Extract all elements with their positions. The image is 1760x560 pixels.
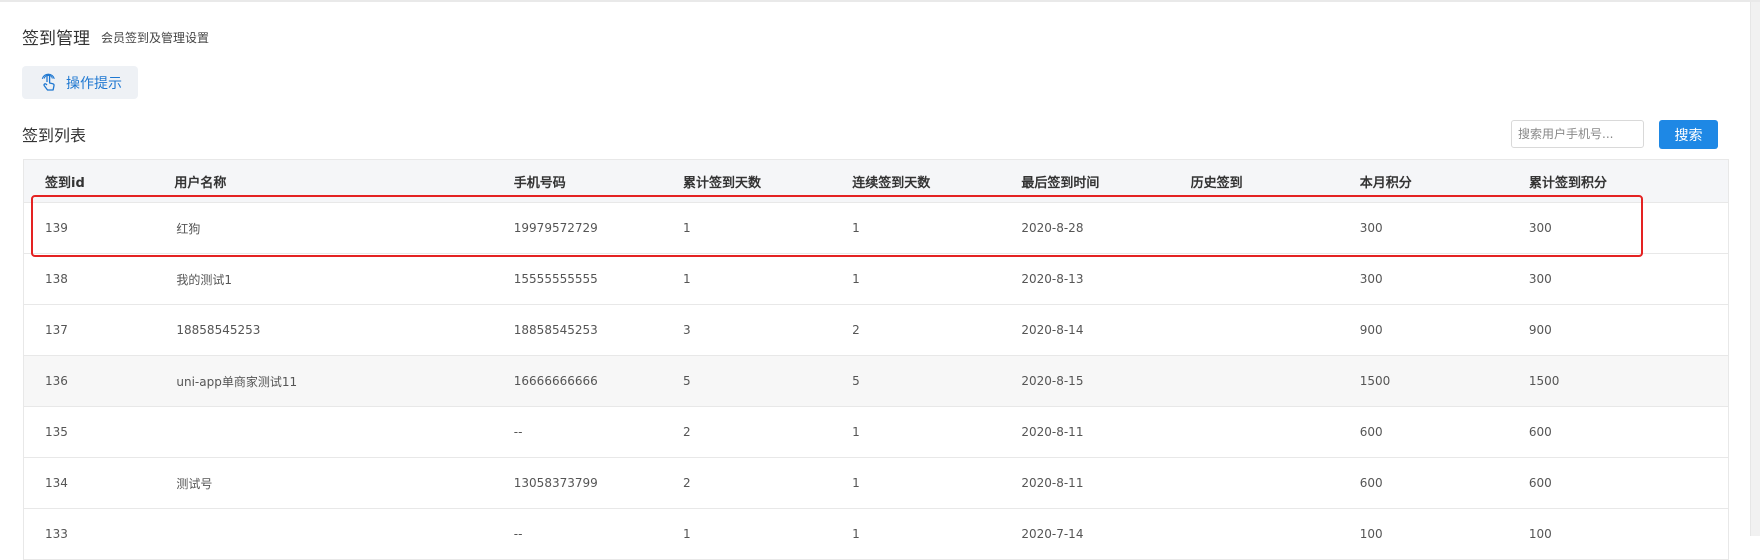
cell-phone: 15555555555 [513, 272, 598, 286]
column-header-total-days: 累计签到天数 [682, 175, 761, 191]
cell-total-days: 1 [682, 527, 691, 541]
cell-consecutive-days: 5 [852, 374, 860, 388]
cell-consecutive-days: 1 [852, 527, 860, 541]
cell-month-points: 100 [1359, 527, 1383, 541]
cell-total-days: 2 [682, 476, 691, 490]
list-title: 签到列表 [22, 126, 87, 145]
page-scrollbar[interactable] [1750, 2, 1760, 536]
operation-tips-label: 操作提示 [66, 75, 122, 92]
cell-username: 测试号 [176, 476, 213, 491]
search-input[interactable] [1511, 120, 1644, 148]
cell-total-days: 2 [682, 425, 691, 439]
cell-total-points: 900 [1528, 323, 1552, 337]
table-row[interactable]: 133 -- 1 1 2020-7-14 100 100 [24, 509, 1728, 560]
cell-last-sign-time: 2020-8-15 [1021, 374, 1084, 388]
cell-id: 138 [45, 272, 68, 286]
cell-phone: 18858545253 [513, 323, 598, 337]
column-header-month-points: 本月积分 [1359, 175, 1412, 191]
cell-month-points: 300 [1359, 221, 1383, 235]
column-header-id: 签到id [45, 175, 85, 191]
cell-last-sign-time: 2020-8-11 [1021, 476, 1084, 490]
cell-username: 18858545253 [176, 323, 261, 337]
cell-total-points: 1500 [1528, 374, 1560, 388]
cell-total-points: 100 [1528, 527, 1552, 541]
table-row[interactable]: 139 红狗 19979572729 1 1 2020-8-28 300 300 [24, 203, 1728, 254]
cell-phone: 16666666666 [513, 374, 598, 388]
cell-phone: 13058373799 [513, 476, 598, 490]
column-header-consecutive-days: 连续签到天数 [852, 175, 931, 191]
cell-consecutive-days: 1 [852, 272, 860, 286]
cell-id: 139 [45, 221, 68, 235]
sign-in-table: 签到id 用户名称 手机号码 累计签到天数 连续签到天数 最后签到时间 历史签到… [23, 159, 1729, 560]
cell-consecutive-days: 2 [852, 323, 860, 337]
cell-total-points: 600 [1528, 476, 1552, 490]
cell-month-points: 1500 [1359, 374, 1391, 388]
cell-consecutive-days: 1 [852, 221, 860, 235]
cell-consecutive-days: 1 [852, 476, 860, 490]
cell-month-points: 900 [1359, 323, 1383, 337]
cell-total-points: 300 [1528, 221, 1552, 235]
cell-phone: -- [513, 425, 523, 439]
cell-last-sign-time: 2020-8-14 [1021, 323, 1084, 337]
column-header-username: 用户名称 [174, 175, 227, 191]
cell-total-points: 600 [1528, 425, 1552, 439]
column-header-last-sign-time: 最后签到时间 [1021, 175, 1100, 191]
cell-month-points: 300 [1359, 272, 1383, 286]
cell-id: 134 [45, 476, 68, 490]
cell-total-days: 3 [682, 323, 691, 337]
top-border [0, 0, 1760, 2]
page-title: 签到管理 [22, 29, 90, 49]
cell-username: 我的测试1 [176, 272, 233, 287]
column-header-history: 历史签到 [1190, 175, 1243, 191]
hand-pointer-icon [38, 72, 60, 94]
page-subtitle: 会员签到及管理设置 [101, 31, 210, 45]
cell-id: 137 [45, 323, 68, 337]
table-row[interactable]: 135 -- 2 1 2020-8-11 600 600 [24, 407, 1728, 458]
table-row[interactable]: 137 18858545253 18858545253 3 2 2020-8-1… [24, 305, 1728, 356]
cell-total-points: 300 [1528, 272, 1552, 286]
cell-last-sign-time: 2020-8-13 [1021, 272, 1084, 286]
cell-total-days: 1 [682, 272, 691, 286]
table-row[interactable]: 138 我的测试1 15555555555 1 1 2020-8-13 300 … [24, 254, 1728, 305]
cell-id: 135 [45, 425, 68, 439]
column-header-phone: 手机号码 [513, 175, 566, 191]
cell-phone: -- [513, 527, 523, 541]
column-header-total-points: 累计签到积分 [1529, 175, 1608, 191]
cell-last-sign-time: 2020-7-14 [1021, 527, 1084, 541]
cell-phone: 19979572729 [513, 221, 598, 235]
table-row[interactable]: 136 uni-app单商家测试11 16666666666 5 5 2020-… [24, 356, 1728, 407]
cell-month-points: 600 [1359, 476, 1383, 490]
cell-username: uni-app单商家测试11 [176, 374, 298, 389]
cell-id: 133 [45, 527, 68, 541]
search-button[interactable]: 搜索 [1659, 120, 1718, 149]
cell-id: 136 [45, 374, 68, 388]
operation-tips-button[interactable]: 操作提示 [22, 66, 138, 99]
cell-last-sign-time: 2020-8-11 [1021, 425, 1084, 439]
cell-month-points: 600 [1359, 425, 1383, 439]
table-row[interactable]: 134 测试号 13058373799 2 1 2020-8-11 600 60… [24, 458, 1728, 509]
cell-username: 红狗 [176, 221, 201, 236]
cell-consecutive-days: 1 [852, 425, 860, 439]
cell-last-sign-time: 2020-8-28 [1021, 221, 1084, 235]
table-header: 签到id 用户名称 手机号码 累计签到天数 连续签到天数 最后签到时间 历史签到… [24, 160, 1728, 203]
cell-total-days: 1 [682, 221, 691, 235]
cell-total-days: 5 [682, 374, 691, 388]
